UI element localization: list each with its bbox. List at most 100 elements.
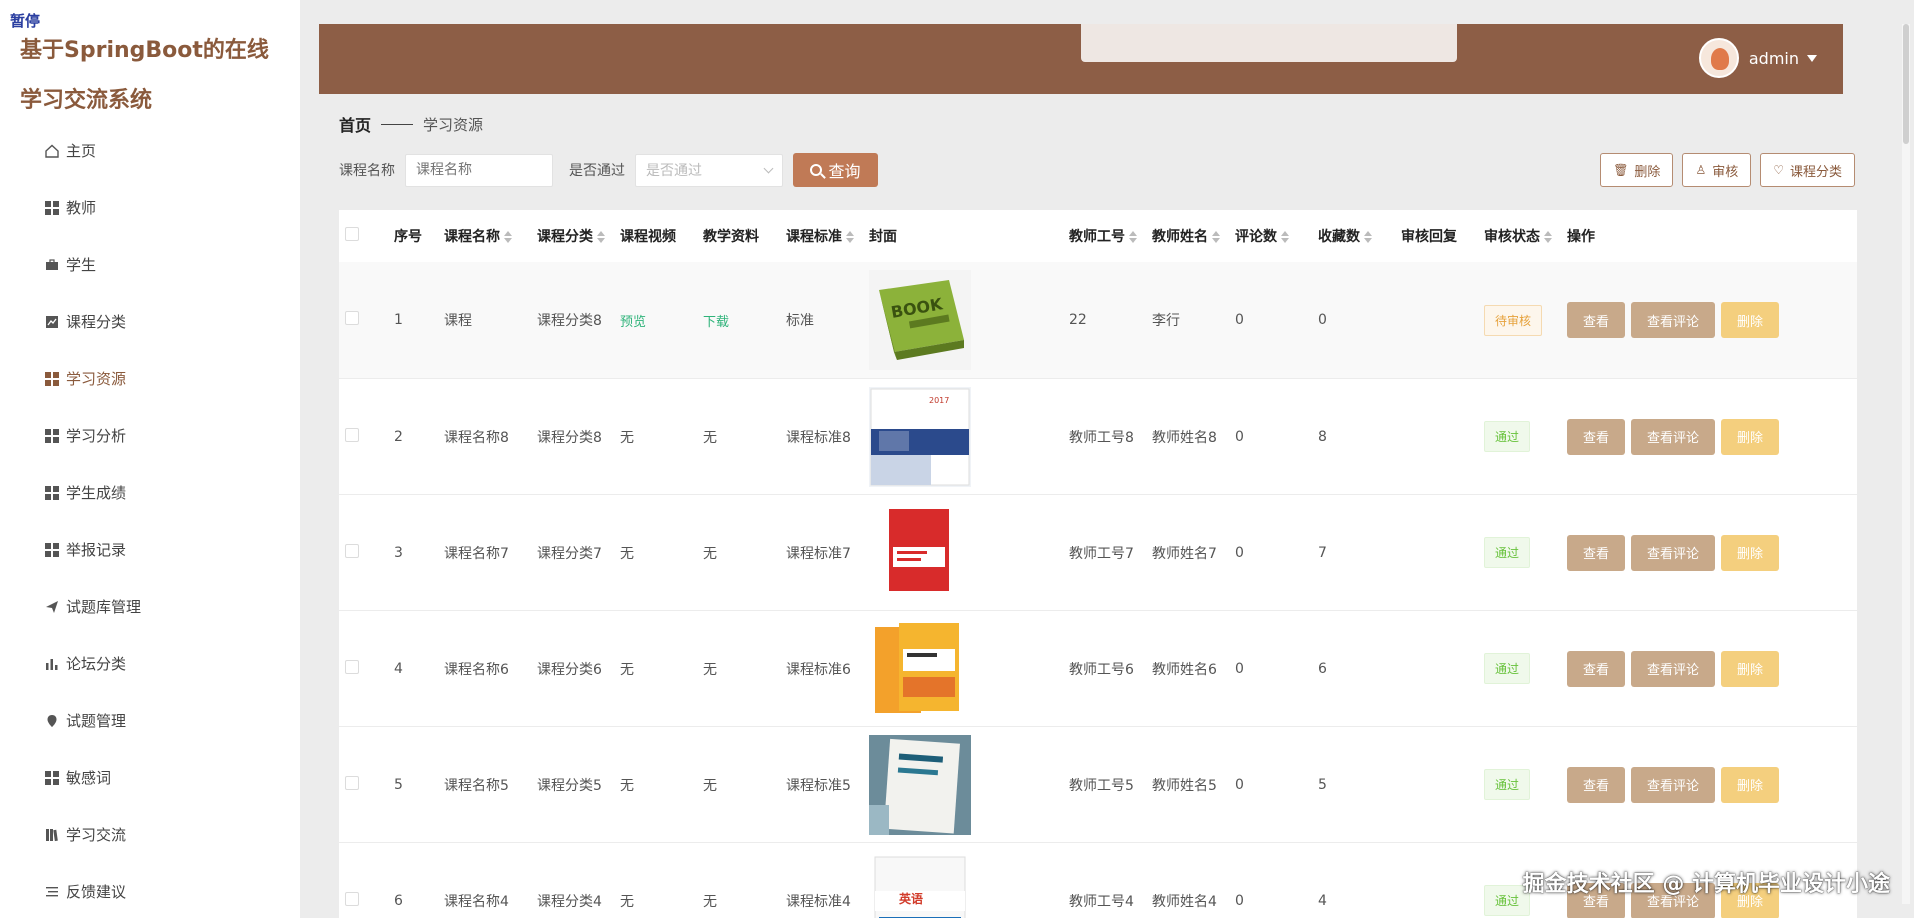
sidebar-item-7[interactable]: 举报记录 [0,521,300,578]
table-row: 3 课程名称7 课程分类7 无 无 课程标准7 教师工号7 教师姓名7 0 7 通过 查看 查看评论 删除 [339,494,1857,610]
row-checkbox[interactable] [345,659,359,674]
header-tname[interactable]: 教师姓名 [1152,226,1235,246]
cell-no: 2 [394,428,403,445]
cell-ops: 查看 查看评论 删除 [1567,534,1837,571]
cell-teacher-no: 教师工号8 [1069,429,1134,446]
cell-ops: 查看 查看评论 删除 [1567,766,1837,803]
sidebar-item-1[interactable]: 教师 [0,179,300,236]
header-name[interactable]: 课程名称 [444,226,537,246]
batch-delete-button[interactable]: 🗑 删除 [1600,153,1674,187]
sidebar-item-5[interactable]: 学习分析 [0,407,300,464]
sidebar-item-label: 反馈建议 [66,883,127,901]
cell-standard: 课程标准6 [786,661,851,678]
page-scrollbar[interactable] [1902,24,1910,904]
delete-button[interactable]: 删除 [1721,418,1780,455]
status-badge: 通过 [1484,537,1531,568]
audit-label: 审核 [1712,163,1739,179]
header-tname-label: 教师姓名 [1152,229,1208,245]
cover-image: 2017 [869,386,971,487]
svg-text:2017: 2017 [929,396,949,405]
preview-link[interactable]: 预览 [620,311,703,330]
cell-video: 无 [620,429,634,446]
row-checkbox[interactable] [345,311,359,325]
row-checkbox-cell [339,775,394,794]
table-body: 1 课程 课程分类8 预览 下载 标准 BOOK 22 李行 0 0 待审核 查看 查看评论 删除 2 课程名称… [339,262,1857,918]
cell-name: 课程名称6 [444,661,509,678]
view-button[interactable]: 查看 [1567,418,1626,455]
user-menu[interactable]: admin [1698,38,1817,78]
header-cmt-label: 评论数 [1235,229,1277,245]
sidebar-item-6[interactable]: 学生成绩 [0,464,300,521]
query-button[interactable]: 查询 [793,153,878,187]
breadcrumb-home[interactable]: 首页 [339,112,371,136]
sidebar-item-label: 学生成绩 [66,484,127,502]
briefcase-icon [44,257,60,273]
chart-icon [44,314,60,330]
view-comments-button[interactable]: 查看评论 [1631,766,1716,803]
sidebar-item-3[interactable]: 课程分类 [0,293,300,350]
sidebar-item-11[interactable]: 敏感词 [0,749,300,806]
sidebar-item-9[interactable]: 论坛分类 [0,635,300,692]
sidebar-item-12[interactable]: 学习交流 [0,806,300,863]
header-cat[interactable]: 课程分类 [537,226,620,246]
header-tno[interactable]: 教师工号 [1069,226,1152,246]
cell-material: 无 [703,893,717,910]
cell-teacher-name: 李行 [1152,313,1180,329]
query-button-label: 查询 [828,164,861,181]
pass-select-placeholder: 是否通过 [646,163,702,179]
row-checkbox[interactable] [345,427,359,442]
view-comments-button[interactable]: 查看评论 [1631,418,1716,455]
app-title: 基于SpringBoot的在线学习交流系统 [20,38,269,113]
view-button[interactable]: 查看 [1567,302,1626,338]
bar-chart-icon [44,656,60,672]
sidebar-item-2[interactable]: 学生 [0,236,300,293]
view-button[interactable]: 查看 [1567,650,1626,687]
audit-button[interactable]: ♙ 审核 [1682,153,1752,187]
sidebar-item-4[interactable]: 学习资源 [0,350,300,407]
grid-icon [44,371,60,387]
download-link[interactable]: 下载 [703,311,786,330]
pass-select[interactable]: 是否通过 [635,153,783,187]
sort-icon [597,231,605,243]
view-button[interactable]: 查看 [1567,534,1626,571]
cell-cover: 英语 [869,850,1069,918]
sidebar-item-8[interactable]: 试题库管理 [0,578,300,635]
view-comments-button[interactable]: 查看评论 [1631,534,1716,571]
view-button[interactable]: 查看 [1567,766,1626,803]
breadcrumb: 首页 学习资源 [339,112,483,136]
cover-image [869,618,971,719]
grid-icon [44,485,60,501]
table-row: 4 课程名称6 课程分类6 无 无 课程标准6 教师工号6 教师姓名6 0 6 通过 查看 查看评论 删除 [339,610,1857,726]
sidebar-item-0[interactable]: 主页 [0,122,300,179]
cell-comments: 0 [1235,660,1244,677]
view-comments-button[interactable]: 查看评论 [1631,302,1716,338]
header-status-label: 审核状态 [1484,229,1540,245]
row-checkbox[interactable] [345,775,359,790]
delete-button[interactable]: 删除 [1721,650,1780,687]
top-header: admin [319,24,1843,94]
header-cmt[interactable]: 评论数 [1235,226,1318,246]
delete-button[interactable]: 删除 [1721,534,1780,571]
cell-teacher-name: 教师姓名4 [1152,893,1217,910]
delete-button[interactable]: 删除 [1721,302,1780,338]
resource-table: 序号 课程名称 课程分类 课程视频 教学资料 课程标准 封面 教师工号 教师姓名… [339,210,1857,918]
sidebar-item-10[interactable]: 试题管理 [0,692,300,749]
cell-comments: 0 [1235,544,1244,561]
header-fav[interactable]: 收藏数 [1318,226,1401,246]
header-std[interactable]: 课程标准 [786,226,869,246]
cell-comments: 0 [1235,428,1244,445]
delete-button[interactable]: 删除 [1721,766,1780,803]
view-comments-button[interactable]: 查看评论 [1631,650,1716,687]
select-all-checkbox[interactable] [345,227,359,241]
username: admin [1748,48,1799,68]
course-name-input[interactable] [405,153,553,187]
header-status[interactable]: 审核状态 [1484,226,1567,246]
cell-teacher-no: 教师工号5 [1069,777,1134,794]
sidebar-item-13[interactable]: 反馈建议 [0,863,300,918]
cell-standard: 课程标准7 [786,545,851,562]
cell-status: 通过 [1484,421,1567,452]
row-checkbox[interactable] [345,891,359,906]
row-checkbox[interactable] [345,543,359,558]
course-category-button[interactable]: ♡ 课程分类 [1760,153,1855,187]
cell-favorites: 7 [1318,544,1327,561]
